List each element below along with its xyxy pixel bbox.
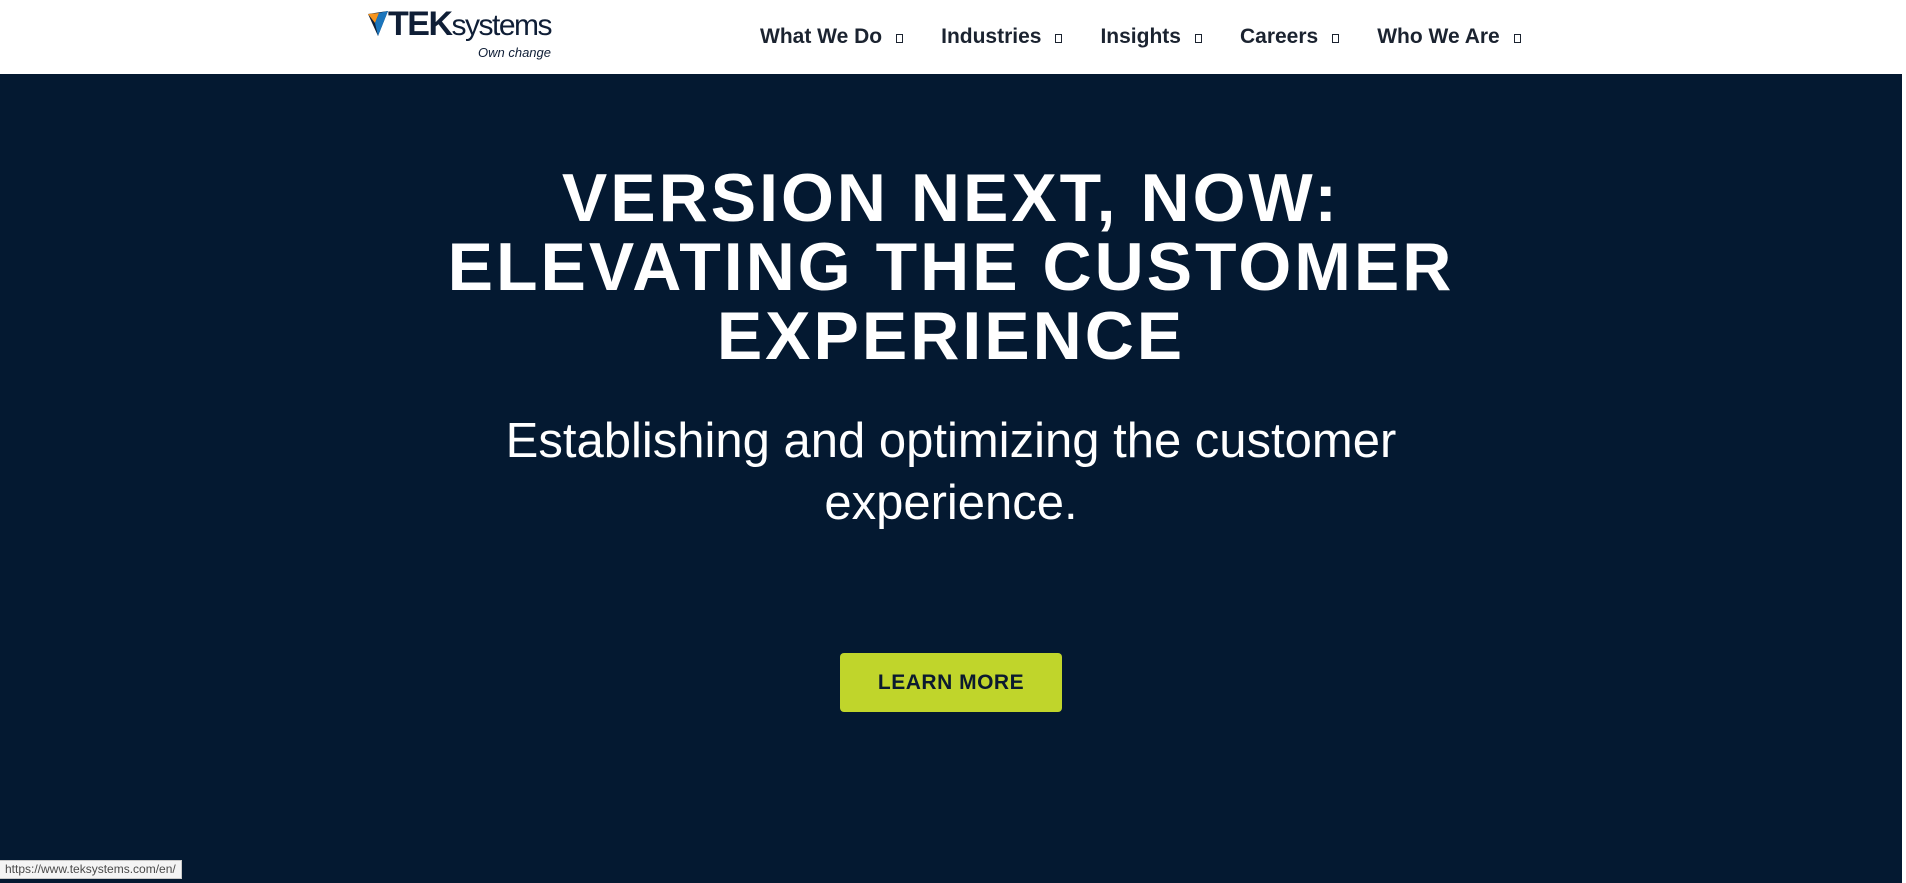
teksystems-logo[interactable]: TEKsystems Own change <box>366 5 553 61</box>
chevron-down-icon <box>1194 34 1202 43</box>
chevron-down-icon <box>1513 34 1521 43</box>
nav-item-label: Careers <box>1239 25 1319 48</box>
nav-item-who-we-are[interactable]: Who We Are <box>1377 25 1521 49</box>
nav-item-label: Insights <box>1100 25 1181 48</box>
page-edge <box>1902 74 1906 883</box>
site-header: TEKsystems Own change What We Do Industr… <box>0 0 1906 74</box>
learn-more-button[interactable]: LEARN MORE <box>840 653 1062 712</box>
hero-title: Version Next, Now: Elevating the Custome… <box>447 160 1455 374</box>
nav-item-careers[interactable]: Careers <box>1239 25 1340 49</box>
nav-item-label: Industries <box>941 25 1042 48</box>
page: TEKsystems Own change What We Do Industr… <box>0 0 1906 883</box>
logo-wordmark-light: systems <box>451 9 553 42</box>
status-bar-url: https://www.teksystems.com/en/ <box>0 860 182 879</box>
chevron-down-icon <box>1332 34 1340 43</box>
nav-item-label: What We Do <box>760 25 883 48</box>
logo-wordmark-bold: TEK <box>388 5 453 43</box>
logo-wordmark: TEKsystems <box>388 5 553 43</box>
nav-item-what-we-do[interactable]: What We Do <box>760 25 904 49</box>
logo-tagline: Own change <box>478 45 551 60</box>
chevron-down-icon <box>1055 34 1063 43</box>
main-nav: What We Do Industries Insights Careers W… <box>760 22 1521 52</box>
chevron-down-icon <box>896 34 904 43</box>
nav-item-industries[interactable]: Industries <box>941 25 1063 49</box>
nav-item-label: Who We Are <box>1377 25 1500 48</box>
hero-subtitle: Establishing and optimizing the customer… <box>505 414 1397 530</box>
logo-mark-icon <box>368 11 388 36</box>
nav-item-insights[interactable]: Insights <box>1100 25 1202 49</box>
